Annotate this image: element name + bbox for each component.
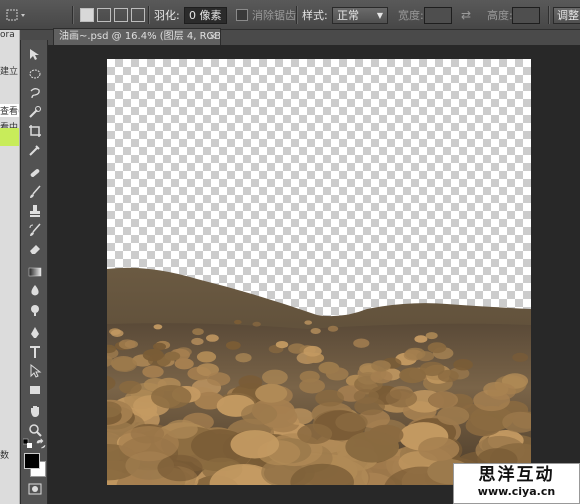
dodge-icon[interactable] (26, 301, 44, 319)
width-input[interactable] (424, 6, 452, 24)
type-icon[interactable] (26, 343, 44, 361)
style-label: 样式: (302, 9, 328, 22)
canvas-area[interactable] (48, 45, 580, 504)
eyedropper-icon[interactable] (26, 141, 44, 159)
left-strip-item: 数 (0, 451, 10, 461)
subtract-selection-button[interactable] (114, 8, 128, 22)
brush-icon[interactable] (26, 183, 44, 201)
clone-stamp-icon[interactable] (26, 202, 44, 220)
quick-mask-icon[interactable] (26, 480, 44, 498)
document-tab-title: 油画~.psd @ 16.4% (图层 4, RGB/8) * (59, 31, 221, 42)
hand-icon[interactable] (26, 402, 44, 420)
feather-label: 羽化: (154, 9, 180, 22)
move-tool-icon[interactable] (26, 46, 44, 64)
history-brush-icon[interactable] (26, 221, 44, 239)
options-bar: 羽化: 0 像素 消除锯齿 样式: 正常 ▼ 宽度: ⇄ 高度: 调整 (0, 0, 580, 30)
new-selection-button[interactable] (80, 8, 94, 22)
left-strip-item: 建立 (0, 67, 19, 77)
style-dropdown[interactable]: 正常 ▼ (332, 6, 388, 24)
eraser-icon[interactable] (26, 240, 44, 258)
lasso-icon[interactable] (26, 84, 44, 102)
height-input[interactable] (512, 6, 540, 24)
style-value: 正常 (337, 8, 359, 22)
landscape-layer-image (107, 267, 531, 485)
refine-edge-button[interactable]: 调整 (553, 6, 580, 24)
left-strip-highlight (0, 128, 19, 146)
tools-panel (20, 40, 48, 504)
tool-preset-picker[interactable] (4, 0, 28, 30)
swap-colors-icon[interactable] (36, 438, 46, 449)
watermark-logo: 思洋互动 www.ciya.cn (453, 463, 580, 504)
width-label: 宽度: (398, 9, 424, 22)
pen-icon[interactable] (26, 324, 44, 342)
watermark-url: www.ciya.cn (477, 485, 556, 498)
watermark-title: 思洋互动 (478, 465, 555, 485)
swap-dimensions-icon[interactable]: ⇄ (461, 8, 471, 22)
background-window-strip: ora 建立 查看( 看中 数 (0, 30, 20, 504)
document-tab[interactable]: 油画~.psd @ 16.4% (图层 4, RGB/8) * × (53, 28, 221, 45)
intersect-selection-button[interactable] (131, 8, 145, 22)
antialias-checkbox[interactable] (236, 9, 248, 21)
antialias-label: 消除锯齿 (252, 9, 296, 22)
healing-brush-icon[interactable] (26, 164, 44, 182)
quick-select-icon[interactable] (26, 103, 44, 121)
height-label: 高度: (487, 9, 513, 22)
dropdown-arrow-icon: ▼ (376, 10, 383, 20)
crop-icon[interactable] (26, 122, 44, 140)
rect-marquee-icon (6, 9, 25, 21)
rectangle-shape-icon[interactable] (26, 381, 44, 399)
blur-icon[interactable] (26, 282, 44, 300)
path-select-icon[interactable] (26, 362, 44, 380)
close-tab-icon[interactable]: × (209, 29, 217, 44)
ellipse-marquee-icon[interactable] (26, 65, 44, 83)
gradient-icon[interactable] (26, 263, 44, 281)
refine-edge-label: 调整 (557, 8, 579, 22)
left-strip-item: ora (0, 30, 15, 40)
add-to-selection-button[interactable] (97, 8, 111, 22)
foreground-color-swatch[interactable] (24, 453, 40, 469)
left-strip-item: 查看( (0, 104, 19, 117)
document-canvas[interactable] (107, 59, 531, 485)
feather-input[interactable]: 0 像素 (184, 6, 227, 24)
default-colors-icon[interactable] (23, 438, 33, 449)
